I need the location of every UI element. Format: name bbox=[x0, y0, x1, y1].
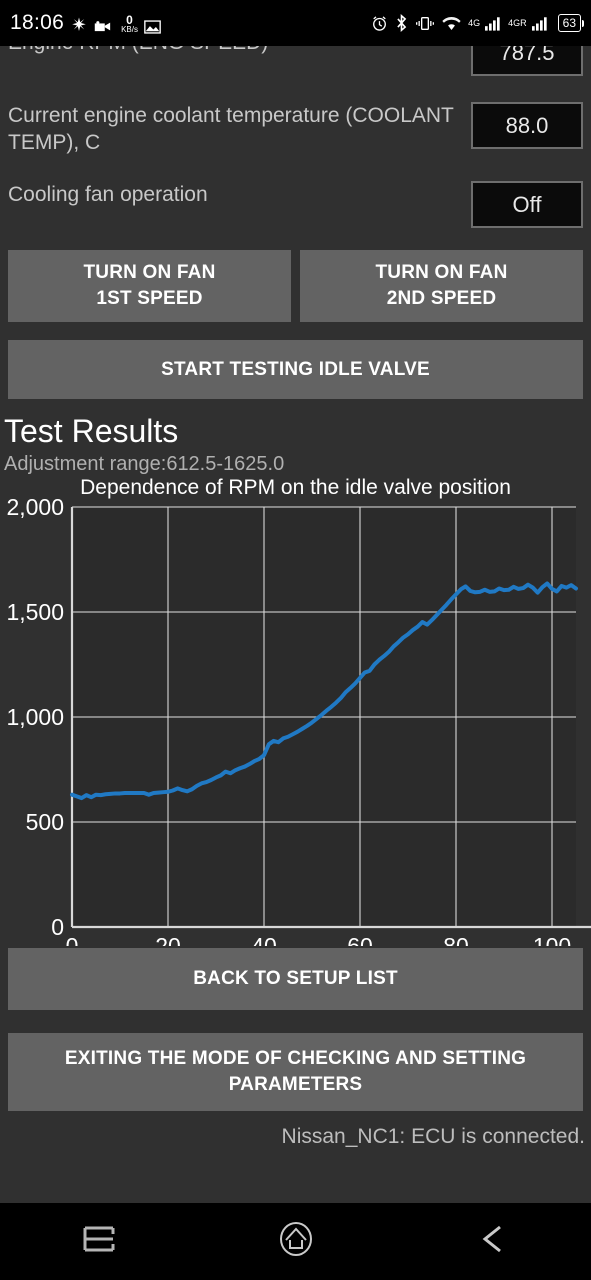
param-label-coolant-temp: Current engine coolant temperature (COOL… bbox=[8, 104, 454, 154]
status-bar: 18:06 0 KB/s 4G 4GR 63 bbox=[0, 0, 591, 46]
turn-on-fan-1st-speed-button[interactable]: TURN ON FAN 1ST SPEED bbox=[8, 250, 291, 322]
bluetooth-icon bbox=[395, 14, 408, 32]
status-bar-left: 18:06 0 KB/s bbox=[10, 12, 161, 34]
exit-label-line2: PARAMETERS bbox=[228, 1074, 363, 1095]
back-icon bbox=[476, 1222, 510, 1261]
signal-4g-label: 4G bbox=[468, 18, 481, 28]
param-label-engine-rpm: Engine RPM (ENG SPEED) bbox=[8, 46, 471, 56]
svg-text:500: 500 bbox=[26, 809, 64, 835]
param-row-cooling-fan: Cooling fan operation Off bbox=[0, 181, 591, 228]
ecu-status-text: Nissan_NC1: ECU is connected. bbox=[281, 1125, 585, 1148]
app-content: Engine RPM (ENG SPEED) 787.5 Current eng… bbox=[0, 46, 591, 1203]
svg-text:60: 60 bbox=[347, 933, 373, 946]
recents-button[interactable] bbox=[54, 1212, 144, 1272]
vibrate-icon bbox=[415, 16, 435, 31]
android-nav-bar bbox=[0, 1203, 591, 1280]
param-label-cooling-fan: Cooling fan operation bbox=[8, 183, 208, 206]
svg-text:2,000: 2,000 bbox=[6, 494, 64, 520]
signal-4gr-label: 4GR bbox=[508, 18, 527, 28]
fan-button-row: TURN ON FAN 1ST SPEED TURN ON FAN 2ND SP… bbox=[0, 250, 591, 322]
svg-text:100: 100 bbox=[533, 933, 571, 946]
alarm-icon bbox=[371, 15, 388, 32]
camera-icon bbox=[94, 19, 114, 34]
status-bar-right: 4G 4GR 63 bbox=[371, 14, 585, 32]
svg-text:1,500: 1,500 bbox=[6, 599, 64, 625]
image-icon bbox=[144, 20, 161, 34]
svg-text:20: 20 bbox=[155, 933, 181, 946]
svg-text:0: 0 bbox=[66, 933, 79, 946]
home-icon bbox=[276, 1219, 316, 1264]
svg-text:1,000: 1,000 bbox=[6, 704, 64, 730]
recents-icon bbox=[81, 1222, 117, 1261]
home-button[interactable] bbox=[251, 1212, 341, 1272]
exit-checking-mode-button[interactable]: EXITING THE MODE OF CHECKING AND SETTING… bbox=[8, 1033, 583, 1111]
adjustment-range-text: Adjustment range:612.5-1625.0 bbox=[4, 453, 285, 475]
fan1-label-line1: TURN ON FAN bbox=[83, 262, 216, 283]
svg-text:40: 40 bbox=[251, 933, 277, 946]
fan2-label-line1: TURN ON FAN bbox=[375, 262, 508, 283]
wifi-icon bbox=[442, 16, 461, 31]
flash-icon bbox=[70, 16, 88, 34]
param-value-cooling-fan: Off bbox=[471, 181, 583, 228]
param-row-engine-rpm: Engine RPM (ENG SPEED) 787.5 bbox=[0, 46, 591, 76]
param-value-coolant-temp: 88.0 bbox=[471, 102, 583, 149]
param-value-engine-rpm: 787.5 bbox=[471, 46, 583, 76]
signal-bars-1-icon bbox=[485, 16, 501, 31]
chart-svg: 0 500 1,000 1,500 2,000 0 20 40 60 80 100 bbox=[6, 494, 591, 946]
battery-indicator: 63 bbox=[557, 14, 585, 32]
network-rate-indicator: 0 KB/s bbox=[121, 14, 138, 35]
rpm-chart: Dependence of RPM on the idle valve posi… bbox=[0, 476, 591, 946]
start-testing-idle-valve-button[interactable]: START TESTING IDLE VALVE bbox=[8, 340, 583, 399]
param-row-coolant-temp: Current engine coolant temperature (COOL… bbox=[0, 102, 591, 156]
network-rate-unit: KB/s bbox=[121, 25, 138, 35]
back-to-setup-list-button[interactable]: BACK TO SETUP LIST bbox=[8, 948, 583, 1010]
back-button[interactable] bbox=[448, 1212, 538, 1272]
fan1-label-line2: 1ST SPEED bbox=[96, 288, 203, 309]
test-results-heading: Test Results bbox=[4, 413, 179, 449]
signal-bars-2-icon bbox=[531, 16, 548, 31]
turn-on-fan-2nd-speed-button[interactable]: TURN ON FAN 2ND SPEED bbox=[300, 250, 583, 322]
status-time: 18:06 bbox=[10, 11, 65, 34]
fan2-label-line2: 2ND SPEED bbox=[386, 288, 497, 309]
svg-text:80: 80 bbox=[443, 933, 469, 946]
svg-text:0: 0 bbox=[51, 914, 64, 940]
exit-label-line1: EXITING THE MODE OF CHECKING AND SETTING bbox=[64, 1048, 527, 1069]
